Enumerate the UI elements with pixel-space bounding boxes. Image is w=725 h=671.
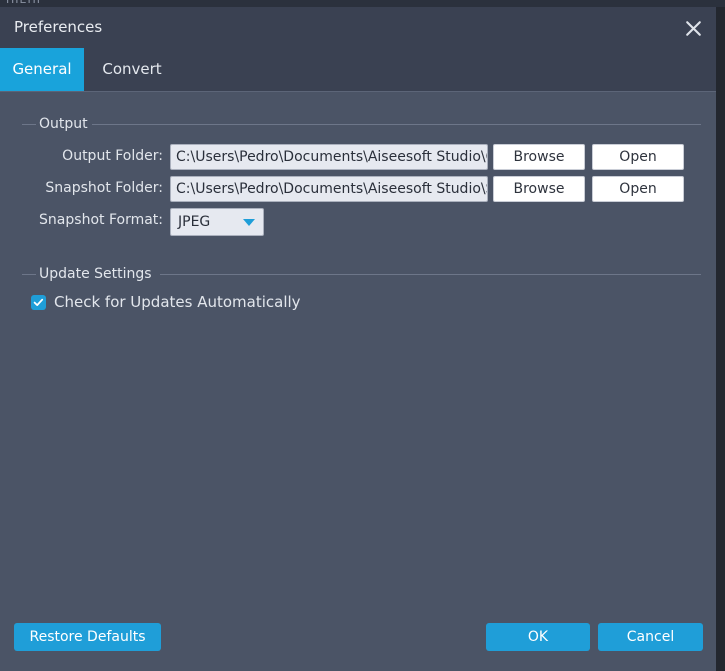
output-group-rule-right	[92, 124, 701, 125]
dialog-title: Preferences	[14, 18, 103, 36]
check-for-updates-label: Check for Updates Automatically	[54, 293, 301, 311]
background-app-top-strip: ПІЕПІ	[0, 0, 725, 7]
preferences-dialog: Preferences General Convert Output Outpu…	[0, 7, 716, 671]
snapshot-folder-label: Snapshot Folder:	[45, 180, 163, 196]
output-group-label: Output	[39, 116, 88, 132]
dialog-content: Output Output Folder: C:\Users\Pedro\Doc…	[0, 92, 716, 671]
output-group-rule-left	[22, 124, 36, 125]
chevron-down-icon	[243, 219, 255, 226]
tab-convert[interactable]: Convert	[84, 48, 180, 91]
check-for-updates-checkbox-row[interactable]: Check for Updates Automatically	[31, 292, 301, 312]
dialog-titlebar: Preferences	[0, 7, 716, 48]
background-app-right-strip	[716, 7, 725, 671]
output-folder-browse-button[interactable]: Browse	[493, 144, 585, 170]
output-folder-label: Output Folder:	[62, 148, 163, 164]
close-icon[interactable]	[678, 13, 708, 43]
ok-button[interactable]: OK	[486, 623, 590, 651]
check-for-updates-checkbox[interactable]	[31, 294, 46, 310]
snapshot-folder-input[interactable]: C:\Users\Pedro\Documents\Aiseesoft Studi…	[170, 176, 488, 202]
tab-bar: General Convert	[0, 48, 716, 91]
update-settings-group-label: Update Settings	[39, 266, 152, 282]
snapshot-format-label: Snapshot Format:	[39, 212, 163, 228]
background-app-glyphs: ПІЕПІ	[6, 0, 41, 6]
snapshot-format-value: JPEG	[178, 214, 211, 230]
output-folder-input[interactable]: C:\Users\Pedro\Documents\Aiseesoft Studi…	[170, 144, 488, 170]
update-group-rule-left	[22, 274, 36, 275]
update-group-rule-right	[160, 274, 701, 275]
output-folder-open-button[interactable]: Open	[592, 144, 684, 170]
snapshot-folder-browse-button[interactable]: Browse	[493, 176, 585, 202]
cancel-button[interactable]: Cancel	[598, 623, 703, 651]
snapshot-folder-open-button[interactable]: Open	[592, 176, 684, 202]
tab-general[interactable]: General	[0, 48, 84, 91]
restore-defaults-button[interactable]: Restore Defaults	[14, 623, 161, 651]
snapshot-format-dropdown[interactable]: JPEG	[170, 208, 264, 236]
